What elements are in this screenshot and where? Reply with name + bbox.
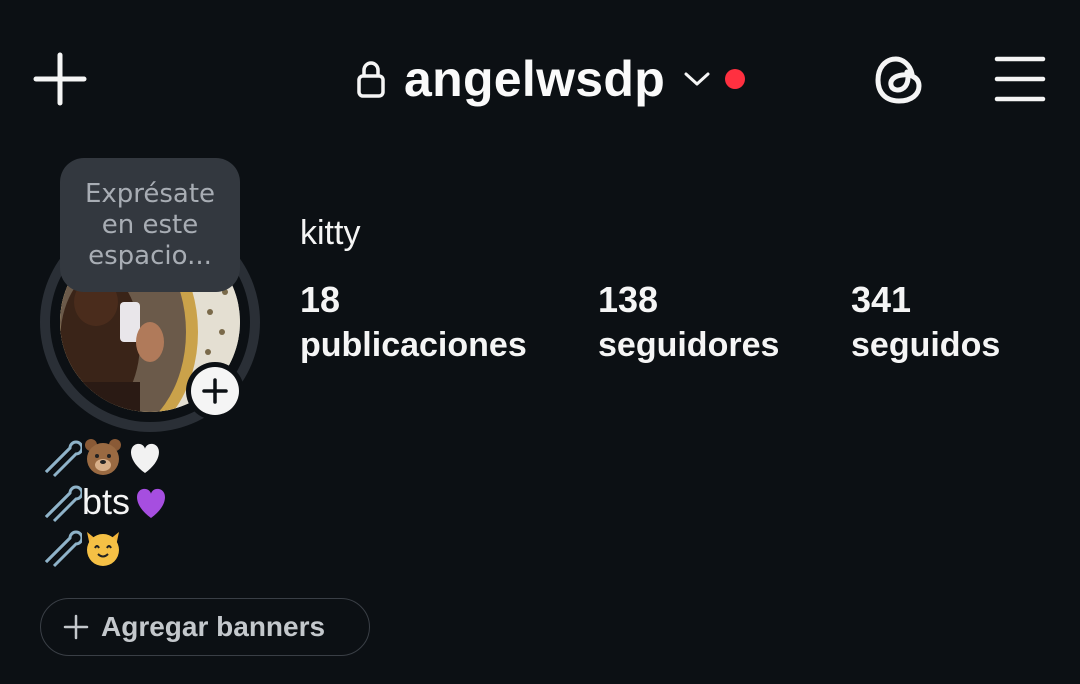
cat-face-icon xyxy=(87,531,119,566)
note-placeholder: Exprésate en este espacio... xyxy=(84,178,216,271)
bio-line xyxy=(40,524,172,569)
account-switcher[interactable]: angelwsdp xyxy=(356,48,746,110)
following-label: seguidos xyxy=(851,326,1001,364)
following-count: 341 xyxy=(851,279,912,320)
hamburger-menu-icon[interactable] xyxy=(994,55,1046,103)
threads-icon[interactable] xyxy=(872,52,928,108)
purple-heart-icon xyxy=(137,488,166,518)
lock-icon xyxy=(357,61,385,98)
posts-count: 18 xyxy=(300,279,341,320)
safety-pin-icon xyxy=(44,530,82,567)
note-bubble[interactable]: Exprésate en este espacio... xyxy=(60,158,240,292)
bio-line: bts xyxy=(40,479,172,524)
stat-following[interactable]: 341 seguidos xyxy=(851,280,1000,370)
add-banners-button[interactable]: Agregar banners xyxy=(40,598,370,656)
plus-icon xyxy=(63,614,89,640)
bio-line xyxy=(40,434,172,479)
stat-posts[interactable]: 18 publicaciones xyxy=(300,280,527,370)
display-name: kitty xyxy=(300,214,361,252)
bio: bts xyxy=(40,434,172,569)
white-heart-icon xyxy=(131,443,159,473)
plus-icon xyxy=(202,378,228,404)
followers-label: seguidores xyxy=(598,326,780,364)
chevron-down-icon[interactable] xyxy=(683,70,711,88)
username[interactable]: angelwsdp xyxy=(404,54,665,104)
add-story-button[interactable] xyxy=(186,362,244,420)
plus-icon[interactable] xyxy=(33,52,87,106)
followers-count: 138 xyxy=(598,279,659,320)
posts-label: publicaciones xyxy=(300,326,527,364)
safety-pin-icon xyxy=(44,485,82,522)
notification-dot xyxy=(725,69,746,89)
safety-pin-icon xyxy=(44,440,82,477)
add-banners-label: Agregar banners xyxy=(101,611,326,642)
stat-followers[interactable]: 138 seguidores xyxy=(598,280,779,370)
bio-text: bts xyxy=(82,481,131,522)
profile-screen: angelwsdp Exprésate en este espacio... k… xyxy=(0,0,1080,684)
bear-face-icon xyxy=(85,438,121,475)
